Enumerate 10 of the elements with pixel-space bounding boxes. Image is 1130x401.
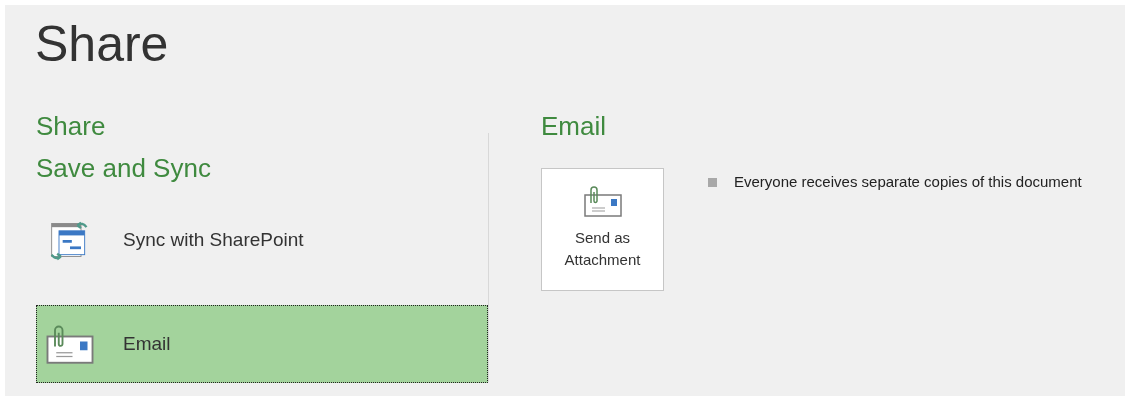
section-heading: Save and Sync: [36, 155, 211, 181]
share-option[interactable]: Email: [36, 305, 488, 383]
section-heading: Share: [36, 113, 106, 139]
bullet-text: Everyone receives separate copies of this document: [734, 172, 1082, 192]
envelope-paperclip-icon: [582, 185, 623, 217]
bullet-icon: [708, 177, 717, 187]
page-title: Share: [35, 19, 169, 69]
share-option[interactable]: Sync with SharePoint: [36, 201, 488, 279]
section-heading: Email: [541, 113, 606, 139]
send-as-attachment-button[interactable]: Send as Attachment: [541, 168, 664, 291]
